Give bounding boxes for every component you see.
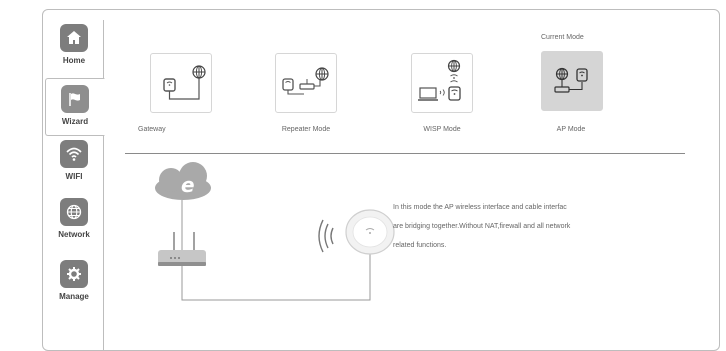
mode-card-wisp[interactable] [411, 53, 473, 113]
description-line: In this mode the AP wireless interface a… [393, 204, 567, 211]
description-line: are bridging together.Without NAT,firewa… [393, 223, 571, 230]
gateway-icon [163, 65, 206, 100]
mode-card-repeater[interactable] [275, 53, 337, 113]
ap-mode-icon [554, 67, 588, 93]
wireless-signal-icon [318, 219, 334, 253]
mode-label-wisp: WISP Mode [423, 126, 461, 133]
nav-item-network[interactable]: Network [49, 198, 99, 254]
nav-item-wizard[interactable]: Wizard [45, 78, 105, 136]
main-frame: Home Wizard WIFI Network Manage Current … [42, 9, 720, 351]
ceiling-ap-icon [345, 209, 395, 255]
nav-label-manage: Manage [59, 292, 89, 301]
svg-text:e: e [181, 173, 195, 197]
nav-item-manage[interactable]: Manage [49, 260, 99, 316]
flag-icon [61, 85, 89, 113]
internet-cloud-icon: e [155, 162, 211, 200]
nav-label-home: Home [62, 56, 86, 65]
description-line: related functions. [393, 242, 447, 249]
repeater-icon [282, 67, 329, 95]
section-divider [125, 153, 685, 154]
ap-topology-illustration: e [155, 162, 395, 301]
mode-card-ap[interactable] [541, 51, 603, 111]
home-icon [60, 24, 88, 52]
nav-item-wifi[interactable]: WIFI [49, 140, 99, 196]
nav-label-network: Network [58, 230, 90, 239]
mode-label-gateway: Gateway [138, 126, 166, 133]
sidebar-divider [103, 20, 104, 350]
mode-label-repeater: Repeater Mode [281, 126, 331, 133]
nav-item-home[interactable]: Home [49, 24, 99, 80]
wifi-icon [60, 140, 88, 168]
mode-card-gateway[interactable] [150, 53, 212, 113]
current-mode-tag: Current Mode [541, 34, 584, 41]
nav-label-wifi: WIFI [65, 172, 83, 181]
wisp-icon [418, 59, 461, 101]
nav-label-wizard: Wizard [61, 117, 89, 126]
globe-icon [60, 198, 88, 226]
mode-description: In this mode the AP wireless interface a… [393, 198, 613, 255]
sidebar: Home Wizard WIFI Network Manage [43, 10, 105, 350]
gear-icon [60, 260, 88, 288]
mode-label-ap: AP Mode [556, 126, 586, 133]
